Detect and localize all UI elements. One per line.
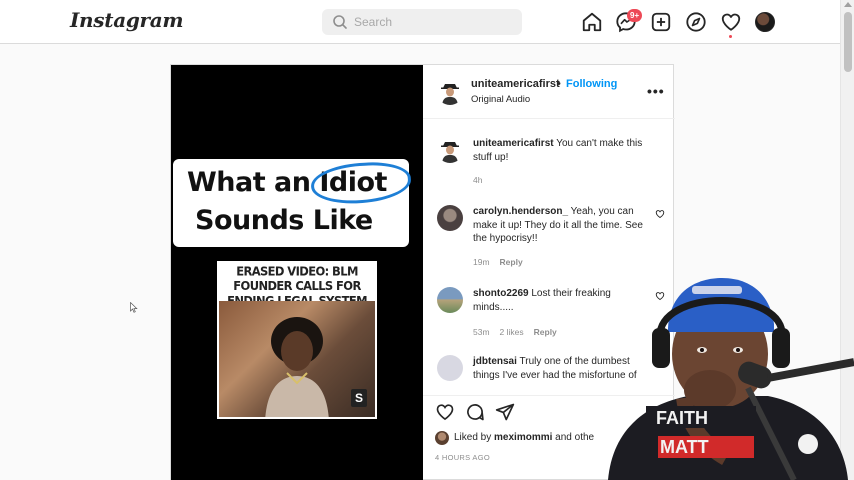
search-box[interactable] <box>322 9 522 35</box>
liker-username[interactable]: meximommi <box>494 432 552 443</box>
comment-bubble-icon[interactable] <box>465 402 485 422</box>
share-plane-icon[interactable] <box>495 402 515 422</box>
shirt-text-bottom: MATT <box>660 437 709 457</box>
activity-heart-icon[interactable] <box>720 11 742 33</box>
original-audio-link[interactable]: Original Audio <box>471 94 530 105</box>
like-comment-heart-icon[interactable] <box>655 209 665 219</box>
author-avatar[interactable] <box>437 79 463 105</box>
search-input[interactable] <box>354 12 514 32</box>
liked-by-text: Liked by meximommi and othe <box>454 432 595 443</box>
comment-time[interactable]: 53m <box>473 327 490 337</box>
commenter-avatar[interactable] <box>437 205 463 231</box>
comment-meta: 53m 2 likes Reply <box>473 327 567 337</box>
commenter-avatar[interactable] <box>437 355 463 381</box>
new-post-icon[interactable] <box>650 11 672 33</box>
video-title-line2: Sounds Like <box>195 205 373 236</box>
more-options-button[interactable]: ••• <box>647 83 665 99</box>
separator-dot: • <box>557 78 561 90</box>
search-icon <box>333 15 347 29</box>
reply-button[interactable]: Reply <box>500 257 523 267</box>
instagram-logo[interactable]: Instagram <box>70 8 184 32</box>
following-button[interactable]: Following <box>566 78 617 90</box>
news-clip: ERASED VIDEO: BLM FOUNDER CALLS FOR ENDI… <box>217 261 377 419</box>
scroll-up-arrow-icon[interactable] <box>844 2 852 7</box>
comment-username[interactable]: jdbtensai <box>473 356 517 367</box>
activity-indicator-dot <box>729 35 732 38</box>
comment-meta: 19m Reply <box>473 257 533 267</box>
reply-button[interactable]: Reply <box>534 327 557 337</box>
webcam-overlay: FAITH MATT <box>598 268 854 480</box>
post-timestamp[interactable]: 4 HOURS AGO <box>435 453 490 462</box>
post-video[interactable]: What an Idiot Sounds Like ERASED VIDEO: … <box>171 65 423 480</box>
speaker-figure <box>265 317 329 417</box>
video-title-card: What an Idiot Sounds Like <box>173 159 413 247</box>
news-photo: S <box>219 301 375 417</box>
comment-username[interactable]: uniteamericafirst <box>473 138 554 149</box>
home-icon[interactable] <box>581 11 603 33</box>
comment-username[interactable]: carolyn.henderson_ <box>473 206 568 217</box>
profile-avatar[interactable] <box>755 12 775 32</box>
shirt-text-top: FAITH <box>656 408 708 428</box>
comment-meta: 4h <box>473 175 492 185</box>
top-navigation-bar: Instagram 9+ <box>0 0 840 44</box>
messages-badge: 9+ <box>627 9 643 22</box>
comment-text: carolyn.henderson_ Yeah, you can make it… <box>473 205 653 246</box>
scrollbar-thumb[interactable] <box>844 12 852 72</box>
author-username[interactable]: uniteamericafirst <box>471 78 560 90</box>
comment-likes[interactable]: 2 likes <box>500 327 524 337</box>
commenter-avatar[interactable] <box>437 287 463 313</box>
post-header: uniteamericafirst • Following Original A… <box>423 65 675 119</box>
comment-text: uniteamericafirst You can't make this st… <box>473 137 653 164</box>
liker-avatar[interactable] <box>435 431 449 445</box>
like-heart-icon[interactable] <box>435 402 455 422</box>
mouse-cursor-icon <box>130 302 138 313</box>
commenter-avatar[interactable] <box>437 137 463 163</box>
comment-username[interactable]: shonto2269 <box>473 288 529 299</box>
streamer-figure: FAITH MATT <box>608 278 854 480</box>
comment-time[interactable]: 19m <box>473 257 490 267</box>
explore-icon[interactable] <box>685 11 707 33</box>
comment-time[interactable]: 4h <box>473 175 482 185</box>
watermark-logo: S <box>351 389 367 407</box>
